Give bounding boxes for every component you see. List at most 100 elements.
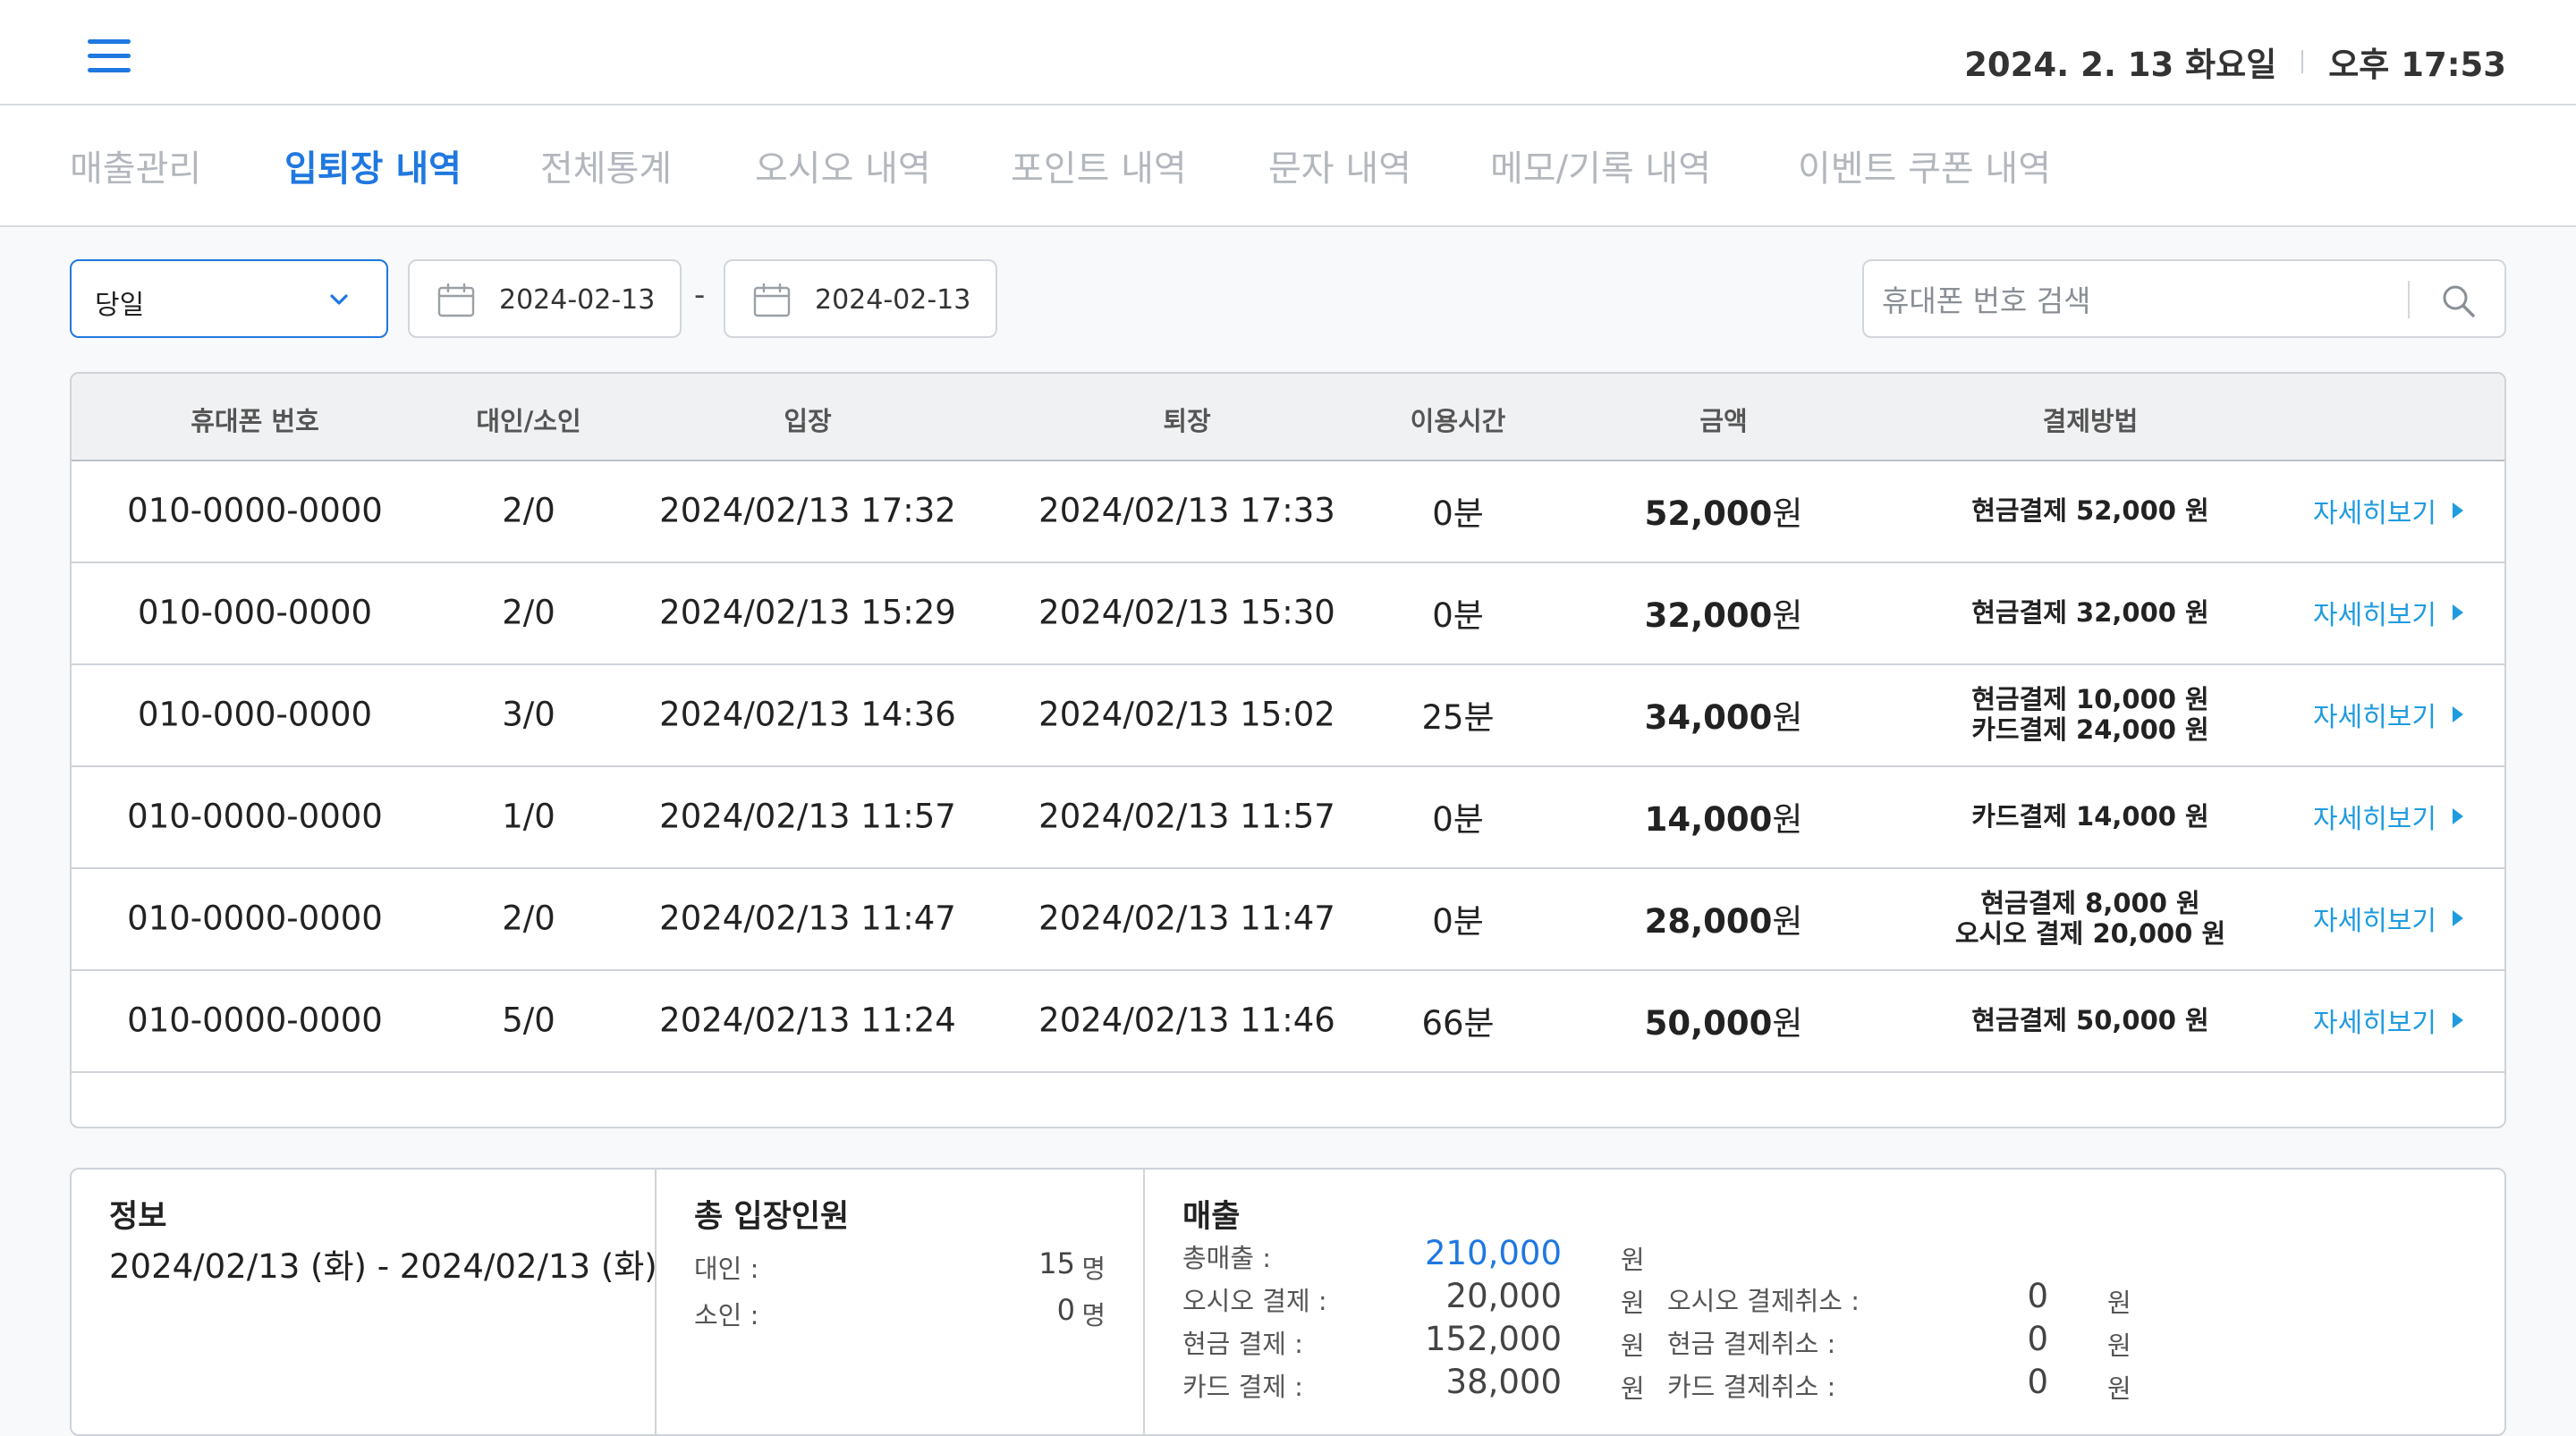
adult-count: 15 xyxy=(1038,1246,1075,1280)
amount-value: 28,000 xyxy=(1644,902,1773,941)
column-header-payment: 결제방법 xyxy=(2042,406,2139,436)
detail-link[interactable]: 자세히보기 xyxy=(2313,491,2463,530)
table-row: 010-000-0000 3/0 2024/02/13 14:36 2024/0… xyxy=(72,663,2504,767)
phone-search-box xyxy=(1862,259,2506,338)
hamburger-menu-icon[interactable] xyxy=(88,39,131,75)
detail-link[interactable]: 자세히보기 xyxy=(2313,695,2463,734)
payment-line: 카드결제 24,000 원 xyxy=(1971,714,2209,745)
card-payment-label: 카드 결제 : xyxy=(1182,1372,1303,1402)
cell-amount: 14,000원 xyxy=(1645,792,1803,840)
cell-duration: 66분 xyxy=(1421,1004,1495,1043)
cell-guests: 1/0 xyxy=(502,797,555,836)
cell-payment: 현금결제 10,000 원 카드결제 24,000 원 xyxy=(1971,684,2209,745)
total-sales-unit: 원 xyxy=(1621,1245,1645,1275)
total-sales-label: 총매출 : xyxy=(1182,1243,1272,1273)
end-date-picker[interactable]: 2024-02-13 xyxy=(724,259,997,338)
cell-amount: 52,000원 xyxy=(1645,486,1803,535)
datetime-divider xyxy=(2301,50,2304,73)
tab-sales-management[interactable]: 매출관리 xyxy=(70,139,201,191)
card-cancel-value: 0 xyxy=(2027,1363,2048,1401)
cell-phone: 010-0000-0000 xyxy=(127,899,383,938)
tab-total-statistics[interactable]: 전체통계 xyxy=(540,139,672,191)
tab-point-history[interactable]: 포인트 내역 xyxy=(1011,139,1187,191)
tab-entry-exit-history[interactable]: 입퇴장 내역 xyxy=(284,139,462,191)
current-datetime: 2024. 2. 13 화요일 오후 17:53 xyxy=(1964,38,2506,86)
cash-payment-label: 현금 결제 : xyxy=(1182,1329,1303,1359)
card-cancel-unit: 원 xyxy=(2107,1373,2131,1404)
cell-guests: 5/0 xyxy=(502,1001,555,1040)
cell-entry: 2024/02/13 15:29 xyxy=(659,593,956,632)
amount-unit: 원 xyxy=(1772,800,1803,839)
tab-event-coupon-history[interactable]: 이벤트 쿠폰 내역 xyxy=(1798,139,2051,191)
detail-link[interactable]: 자세히보기 xyxy=(2313,593,2463,632)
osio-payment-value: 20,000 xyxy=(1445,1277,1562,1315)
cell-payment: 현금결제 52,000 원 xyxy=(1971,495,2209,526)
detail-link-label: 자세히보기 xyxy=(2313,702,2436,733)
cell-payment: 현금결제 8,000 원 오시오 결제 20,000 원 xyxy=(1955,888,2225,949)
payment-line: 현금결제 10,000 원 xyxy=(1971,684,2209,714)
caret-right-icon xyxy=(2453,503,2463,519)
tab-sms-history[interactable]: 문자 내역 xyxy=(1268,139,1411,191)
search-icon[interactable] xyxy=(2438,281,2478,320)
tab-memo-history[interactable]: 메모/기록 내역 xyxy=(1490,139,1711,191)
top-bar: 2024. 2. 13 화요일 오후 17:53 xyxy=(0,0,2576,106)
summary-panel: 정보 2024/02/13 (화) - 2024/02/13 (화) 총 입장인… xyxy=(70,1168,2506,1436)
phone-search-input[interactable] xyxy=(1880,275,2385,325)
cell-entry: 2024/02/13 14:36 xyxy=(659,695,956,734)
cash-payment-unit: 원 xyxy=(1621,1330,1645,1361)
osio-cancel-unit: 원 xyxy=(2107,1288,2131,1318)
amount-unit: 원 xyxy=(1772,698,1803,737)
cell-amount: 28,000원 xyxy=(1645,894,1803,942)
table-row: 010-0000-0000 2/0 2024/02/13 17:32 2024/… xyxy=(72,460,2504,563)
end-date-value: 2024-02-13 xyxy=(815,284,971,316)
cell-amount: 34,000원 xyxy=(1645,690,1803,739)
cell-duration: 0분 xyxy=(1432,800,1484,839)
tab-osio-history[interactable]: 오시오 내역 xyxy=(755,139,931,191)
cell-amount: 50,000원 xyxy=(1645,996,1803,1044)
cell-exit: 2024/02/13 11:46 xyxy=(1038,1001,1335,1040)
caret-right-icon xyxy=(2453,1012,2463,1028)
cash-payment-value: 152,000 xyxy=(1424,1320,1562,1358)
payment-line: 현금결제 8,000 원 xyxy=(1980,888,2200,918)
card-cancel-label: 카드 결제취소 : xyxy=(1667,1372,1836,1402)
child-unit: 명 xyxy=(1081,1300,1106,1330)
total-sales-value: 210,000 xyxy=(1424,1234,1562,1272)
cell-guests: 2/0 xyxy=(502,491,555,530)
detail-link-label: 자세히보기 xyxy=(2313,906,2436,937)
cell-payment: 현금결제 32,000 원 xyxy=(1971,597,2209,628)
card-payment-unit: 원 xyxy=(1621,1373,1645,1404)
period-select[interactable]: 당일 xyxy=(70,259,388,338)
amount-value: 32,000 xyxy=(1644,596,1773,635)
cash-cancel-label: 현금 결제취소 : xyxy=(1667,1329,1836,1359)
column-header-guests: 대인/소인 xyxy=(476,406,581,436)
cell-phone: 010-0000-0000 xyxy=(127,1001,383,1040)
date-range-separator: - xyxy=(694,277,706,313)
child-label: 소인 : xyxy=(694,1300,759,1330)
detail-link[interactable]: 자세히보기 xyxy=(2313,797,2463,836)
detail-link[interactable]: 자세히보기 xyxy=(2313,1001,2463,1040)
start-date-picker[interactable]: 2024-02-13 xyxy=(408,259,682,338)
tab-bar: 매출관리 입퇴장 내역 전체통계 오시오 내역 포인트 내역 문자 내역 메모/… xyxy=(0,106,2576,227)
cell-payment: 카드결제 14,000 원 xyxy=(1971,801,2209,832)
payment-line: 오시오 결제 20,000 원 xyxy=(1954,918,2226,949)
cell-phone: 010-000-0000 xyxy=(137,593,373,632)
table-row: 010-0000-0000 1/0 2024/02/13 11:57 2024/… xyxy=(72,765,2504,869)
cell-amount: 32,000원 xyxy=(1645,588,1803,637)
cell-guests: 3/0 xyxy=(502,695,555,734)
entry-exit-table: 휴대폰 번호 대인/소인 입장 퇴장 이용시간 금액 결제방법 010-0000… xyxy=(70,372,2506,1128)
cell-duration: 25분 xyxy=(1421,698,1495,737)
osio-payment-label: 오시오 결제 : xyxy=(1182,1286,1327,1316)
detail-link-label: 자세히보기 xyxy=(2313,804,2436,835)
visitors-title: 총 입장인원 xyxy=(694,1199,850,1235)
detail-link[interactable]: 자세히보기 xyxy=(2313,899,2463,938)
cell-duration: 0분 xyxy=(1432,902,1484,941)
detail-link-label: 자세히보기 xyxy=(2313,498,2436,529)
table-row: 010-0000-0000 2/0 2024/02/13 11:47 2024/… xyxy=(72,867,2504,971)
cell-entry: 2024/02/13 17:32 xyxy=(659,491,956,530)
detail-link-label: 자세히보기 xyxy=(2313,1008,2436,1039)
cell-entry: 2024/02/13 11:57 xyxy=(659,797,956,836)
column-header-exit: 퇴장 xyxy=(1163,406,1211,436)
amount-unit: 원 xyxy=(1772,902,1803,941)
table-row: 010-000-0000 2/0 2024/02/13 15:29 2024/0… xyxy=(72,562,2504,665)
detail-link-label: 자세히보기 xyxy=(2313,600,2436,631)
